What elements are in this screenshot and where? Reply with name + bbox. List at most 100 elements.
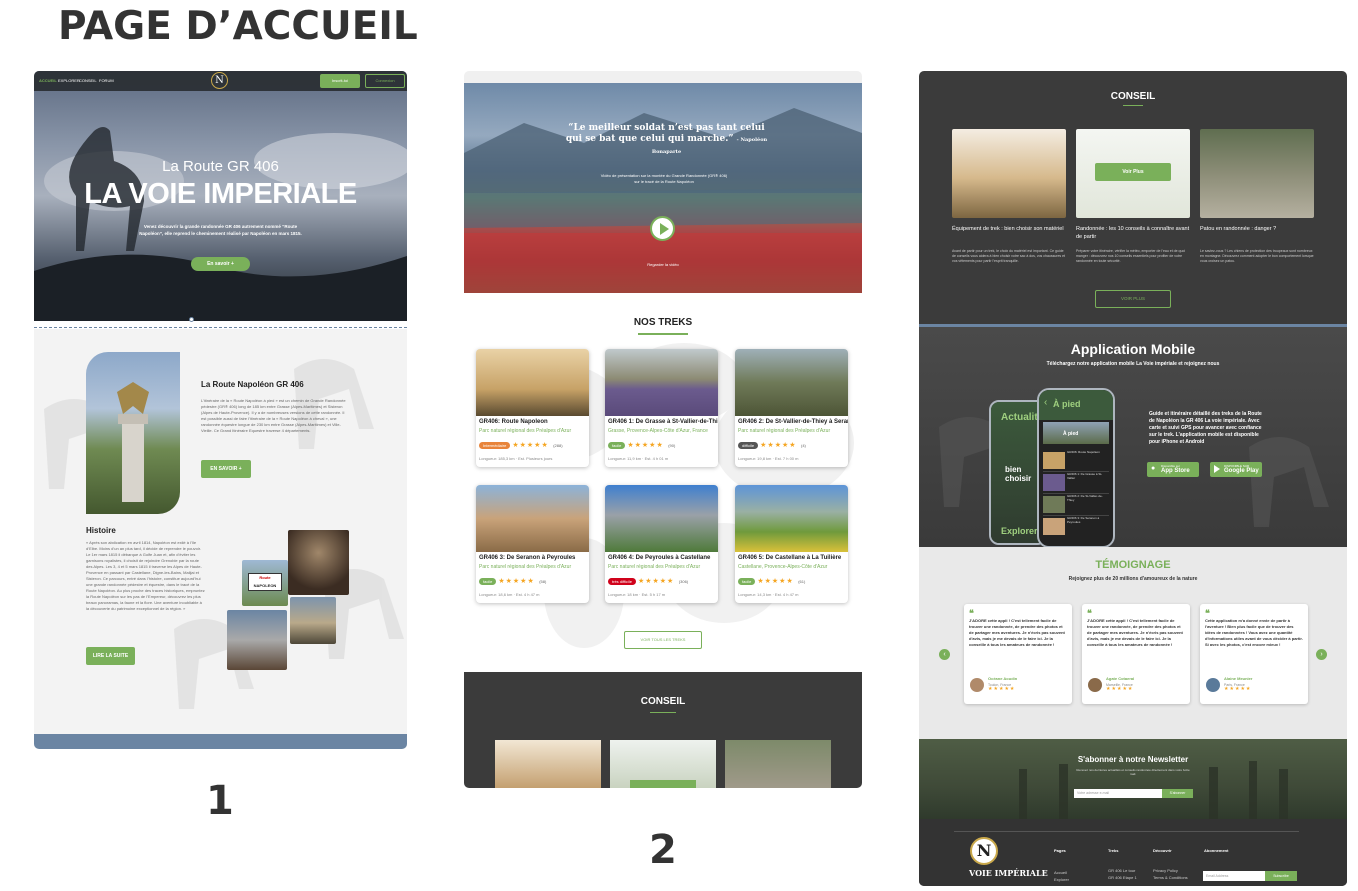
google-play-label: Google Play: [1224, 468, 1259, 474]
route-napoleon-sign-image: Route NAPOLEON: [242, 560, 288, 606]
conseil-title: CONSEIL: [1110, 91, 1156, 102]
star-rating: ★★★★★: [757, 578, 794, 585]
video-caption: Vidéo de présentation sur la montée du G…: [600, 173, 728, 184]
phone-list-item-label: GR406: Route Napoléon: [1067, 450, 1100, 454]
star-rating: ★★★★★: [627, 442, 664, 449]
footer-subscribe-button[interactable]: Subscribe: [1265, 871, 1297, 881]
rating-count: (306): [678, 579, 689, 584]
trek-image: [476, 485, 589, 552]
scroll-dot[interactable]: [189, 317, 194, 322]
eagle-monument-image: [86, 352, 180, 514]
footer-col-title: Abonnement: [1204, 848, 1229, 853]
nav-explorer[interactable]: EXPLORER: [58, 78, 80, 83]
phone-list-item[interactable]: GR406 1: De Grasse à St-Vallier: [1043, 472, 1109, 494]
footer-link[interactable]: Terms & Conditions: [1153, 874, 1188, 882]
trek-region: Castellane, Provence-Alpes-Côte d'Azur: [738, 564, 828, 570]
video-label[interactable]: Regarder la vidéo: [464, 262, 862, 267]
trek-image: [476, 349, 589, 416]
newsletter-subscribe-button[interactable]: S'abonner: [1162, 789, 1193, 798]
app-section: [919, 327, 1347, 547]
nav-forum[interactable]: FORUM: [99, 78, 114, 83]
footer-email-input[interactable]: Email Address: [1203, 871, 1265, 881]
conseil-title-underline: [1123, 105, 1143, 106]
testimonial-stars: ★★★★★: [1106, 686, 1134, 692]
article-title[interactable]: Patou en randonnée : danger ?: [1200, 225, 1314, 233]
login-button[interactable]: Connexion: [365, 74, 405, 88]
footer-link[interactable]: GR 406 Etape 1: [1108, 874, 1137, 882]
trek-level-badge: difficile: [738, 442, 759, 449]
article-title[interactable]: Équipement de trek : bien choisir son ma…: [952, 225, 1066, 233]
all-treks-button[interactable]: VOIR TOUS LES TREKS: [624, 631, 702, 649]
footer-col-title: Découvrir: [1153, 848, 1172, 853]
treks-title-underline: [638, 333, 688, 335]
phone-list: GR406: Route Napoléon GR406 1: De Grasse…: [1043, 450, 1109, 538]
about-title: La Route Napoléon GR 406: [201, 380, 304, 389]
voir-plus-button[interactable]: VOIR PLUS: [1095, 290, 1171, 308]
google-play-button[interactable]: DISPONIBLE SUR Google Play: [1210, 462, 1262, 477]
newsletter-email-input[interactable]: Votre adresse e-mail: [1074, 789, 1162, 798]
article-image[interactable]: Voir Plus: [1076, 129, 1190, 218]
trek-card[interactable]: GR406 3: De Seranon à Peyroules Parc nat…: [476, 485, 589, 603]
phone-bottom-title: Explorer: [1001, 526, 1038, 536]
history-read-more-button[interactable]: LIRE LA SUITE: [86, 647, 135, 665]
article-text: Avant de partir pour un trek, le choix d…: [952, 249, 1066, 263]
app-store-label: App Store: [1161, 468, 1190, 474]
article-title[interactable]: Randonnée : les 10 conseils à connaître …: [1076, 225, 1190, 241]
trek-region: Parc naturel régional des Préalpes d'Azu…: [479, 428, 572, 434]
label-1: 1: [206, 778, 234, 824]
logo[interactable]: N: [211, 72, 228, 89]
rating-count: (61): [798, 579, 806, 584]
footer-brand: VOIE IMPÉRIALE: [969, 868, 1048, 878]
trek-card[interactable]: GR406 1: De Grasse à St-Vallier-de-Thiey…: [605, 349, 718, 467]
conseil-title: CONSEIL: [640, 696, 686, 707]
testimonial-title: TÉMOIGNAGE: [1095, 559, 1171, 571]
footer-band: [34, 734, 407, 749]
phone-hero-label: À pied: [1063, 431, 1079, 437]
footer-logo[interactable]: N: [970, 837, 998, 865]
trek-card[interactable]: GR406 4: De Peyroules à Castellane Parc …: [605, 485, 718, 603]
hero-title: LA VOIE IMPERIALE: [84, 178, 357, 210]
play-button[interactable]: [650, 216, 675, 241]
mockup-accueil-1: ACCUEIL EXPLORER CONSEIL FORUM N Inscrit…: [34, 71, 407, 749]
quote-icon: ❝: [1205, 608, 1210, 618]
about-more-button[interactable]: EN SAVOIR +: [201, 460, 251, 478]
phone-list-item[interactable]: GR406: Route Napoléon: [1043, 450, 1109, 472]
play-store-icon: [1214, 465, 1220, 473]
hero-subtitle: La Route GR 406: [162, 158, 279, 175]
carousel-prev-button[interactable]: ‹: [939, 649, 950, 660]
footer-link[interactable]: Explorer: [1054, 876, 1069, 884]
page-title: PAGE D’ACCUEIL: [58, 4, 418, 49]
napoleon-portrait-image: [288, 530, 349, 595]
phone-list-item[interactable]: GR406 3: De Seranon à Peyroules: [1043, 516, 1109, 538]
sign-line-1: Route: [259, 575, 271, 580]
trek-title: GR406 5: De Castellane à La Tuilière: [738, 555, 842, 561]
testimonial-text: J'ADORE cette appli ! C'est tellement fa…: [1087, 618, 1183, 647]
mockup-accueil-2: “Le meilleur soldat n’est pas tant celui…: [464, 71, 862, 788]
star-rating: ★★★★★: [498, 578, 535, 585]
conseil-image: [610, 740, 716, 788]
napoleon-horse-painting-image: [227, 610, 287, 670]
voir-plus-overlay-button[interactable]: Voir Plus: [1095, 163, 1171, 181]
cavalry-background-illustration: [939, 417, 1329, 527]
avatar: [970, 678, 984, 692]
back-arrow-icon[interactable]: ‹: [1044, 397, 1047, 408]
nav-accueil[interactable]: ACCUEIL: [39, 78, 57, 83]
phone-list-item-label: GR406 3: De Seranon à Peyroules: [1067, 516, 1100, 524]
trek-card[interactable]: GR406: Route Napoleon Parc naturel régio…: [476, 349, 589, 467]
hero-cta-button[interactable]: En savoir +: [191, 257, 250, 271]
testimonial-stars: ★★★★★: [988, 686, 1016, 692]
article-image[interactable]: [1200, 129, 1314, 218]
app-description: Guide et itinéraire détaillé des treks d…: [1149, 411, 1262, 445]
trek-image: [605, 485, 718, 552]
signup-button[interactable]: Inscrit-toi: [320, 74, 360, 88]
trek-card[interactable]: GR406 2: De St-Vallier-de-Thiey à Serano…: [735, 349, 848, 467]
trek-level-badge: facile: [479, 578, 497, 585]
nav-conseil[interactable]: CONSEIL: [79, 78, 97, 83]
phone-list-item[interactable]: GR406 2: De St-Vallier-de-Thiey: [1043, 494, 1109, 516]
carousel-next-button[interactable]: ›: [1316, 649, 1327, 660]
trek-card[interactable]: GR406 5: De Castellane à La Tuilière Cas…: [735, 485, 848, 603]
article-image[interactable]: [952, 129, 1066, 218]
app-store-button[interactable]: ● Disponible sur App Store: [1147, 462, 1199, 477]
newsletter-text: Recevez nos dernières actualités et cons…: [1076, 768, 1190, 776]
quote-icon: ❝: [1087, 608, 1092, 618]
